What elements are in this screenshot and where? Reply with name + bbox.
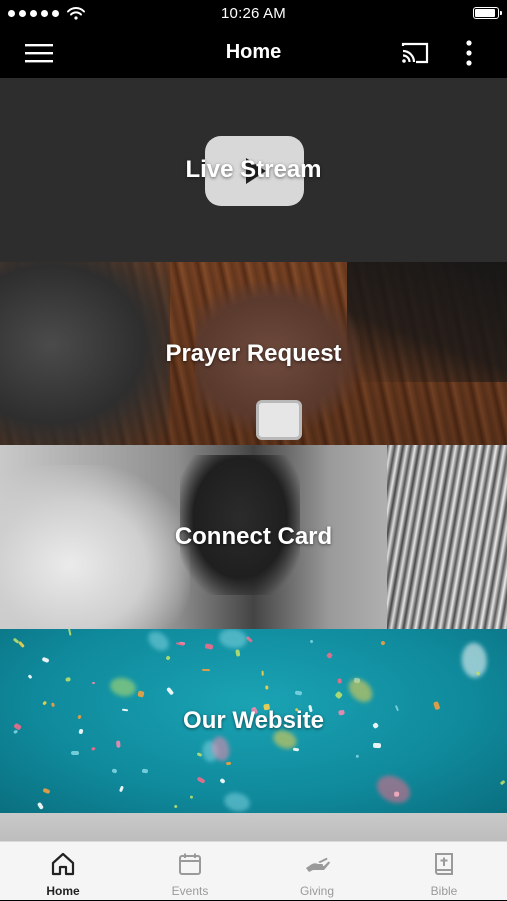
confetti-piece	[196, 752, 203, 757]
more-vertical-icon[interactable]	[452, 37, 486, 69]
status-bar: 10:26 AM	[0, 0, 507, 28]
tile-label: Connect Card	[174, 523, 333, 550]
confetti-piece	[111, 768, 118, 774]
confetti-piece	[337, 678, 342, 684]
confetti-piece	[325, 651, 334, 660]
battery-fill	[475, 9, 495, 17]
confetti-piece	[190, 795, 194, 800]
confetti-piece	[265, 685, 269, 690]
confetti-piece	[309, 639, 314, 644]
confetti-piece	[219, 777, 226, 785]
confetti-piece	[222, 790, 252, 813]
confetti-piece	[217, 629, 248, 651]
confetti-piece	[372, 742, 381, 749]
tab-events[interactable]: Events	[127, 842, 253, 901]
confetti-piece	[165, 686, 175, 696]
confetti-piece	[18, 640, 25, 648]
confetti-piece	[201, 668, 210, 672]
photo-watch	[256, 400, 302, 440]
confetti-piece	[334, 690, 343, 699]
tab-label: Bible	[430, 884, 458, 898]
confetti-piece	[196, 776, 206, 784]
confetti-piece	[175, 642, 184, 647]
confetti-piece	[294, 690, 303, 696]
tab-label: Events	[171, 884, 209, 898]
tab-home[interactable]: Home	[0, 842, 126, 901]
confetti-piece	[261, 670, 264, 676]
confetti-piece	[41, 656, 50, 664]
status-time: 10:26 AM	[221, 5, 286, 22]
confetti-piece	[246, 635, 254, 643]
confetti-piece	[204, 643, 214, 650]
confetti-piece	[499, 779, 506, 786]
confetti-piece	[292, 747, 300, 752]
tab-bible[interactable]: Bible	[381, 842, 507, 901]
tile-live-stream[interactable]: Live Stream	[0, 78, 507, 262]
confetti-piece	[144, 629, 173, 655]
bible-icon	[435, 853, 453, 875]
bottom-tab-bar: Home Events Giving Bible	[0, 841, 507, 900]
confetti-piece	[65, 676, 71, 683]
top-app-bar: Home	[0, 28, 507, 78]
confetti-piece	[37, 801, 45, 810]
tab-label: Home	[46, 884, 80, 898]
confetti-piece	[461, 641, 488, 679]
confetti-piece	[372, 770, 416, 809]
confetti-piece	[70, 750, 79, 756]
confetti-piece	[91, 681, 96, 685]
cast-icon[interactable]	[398, 37, 432, 69]
tile-connect-card[interactable]: Connect Card	[0, 445, 507, 629]
tile-prayer-request[interactable]: Prayer Request	[0, 262, 507, 445]
tile-label: Live Stream	[185, 156, 322, 183]
tile-partial[interactable]	[0, 813, 507, 841]
confetti-piece	[119, 785, 125, 793]
confetti-piece	[41, 700, 48, 706]
confetti-piece	[234, 649, 241, 658]
confetti-piece	[355, 754, 360, 759]
tile-label: Prayer Request	[165, 339, 342, 367]
tab-label: Giving	[299, 884, 334, 898]
confetti-piece	[165, 655, 171, 661]
confetti-piece	[67, 629, 72, 636]
giving-hand-icon	[306, 857, 330, 872]
confetti-piece	[91, 746, 96, 751]
tab-giving[interactable]: Giving	[254, 842, 380, 901]
confetti-piece	[141, 768, 149, 773]
confetti-piece	[108, 675, 138, 699]
tile-our-website[interactable]: Our Website	[0, 629, 507, 813]
confetti-piece	[344, 674, 377, 707]
home-icon	[51, 852, 75, 876]
confetti-piece	[42, 787, 51, 794]
confetti-piece	[116, 740, 121, 748]
confetti-piece	[380, 640, 386, 646]
confetti-piece	[137, 690, 145, 698]
tile-label: Our Website	[183, 707, 324, 734]
calendar-icon	[179, 853, 201, 875]
confetti-piece	[27, 674, 33, 680]
battery-icon	[473, 7, 502, 19]
confetti-piece	[225, 761, 232, 766]
confetti-piece	[173, 804, 178, 810]
